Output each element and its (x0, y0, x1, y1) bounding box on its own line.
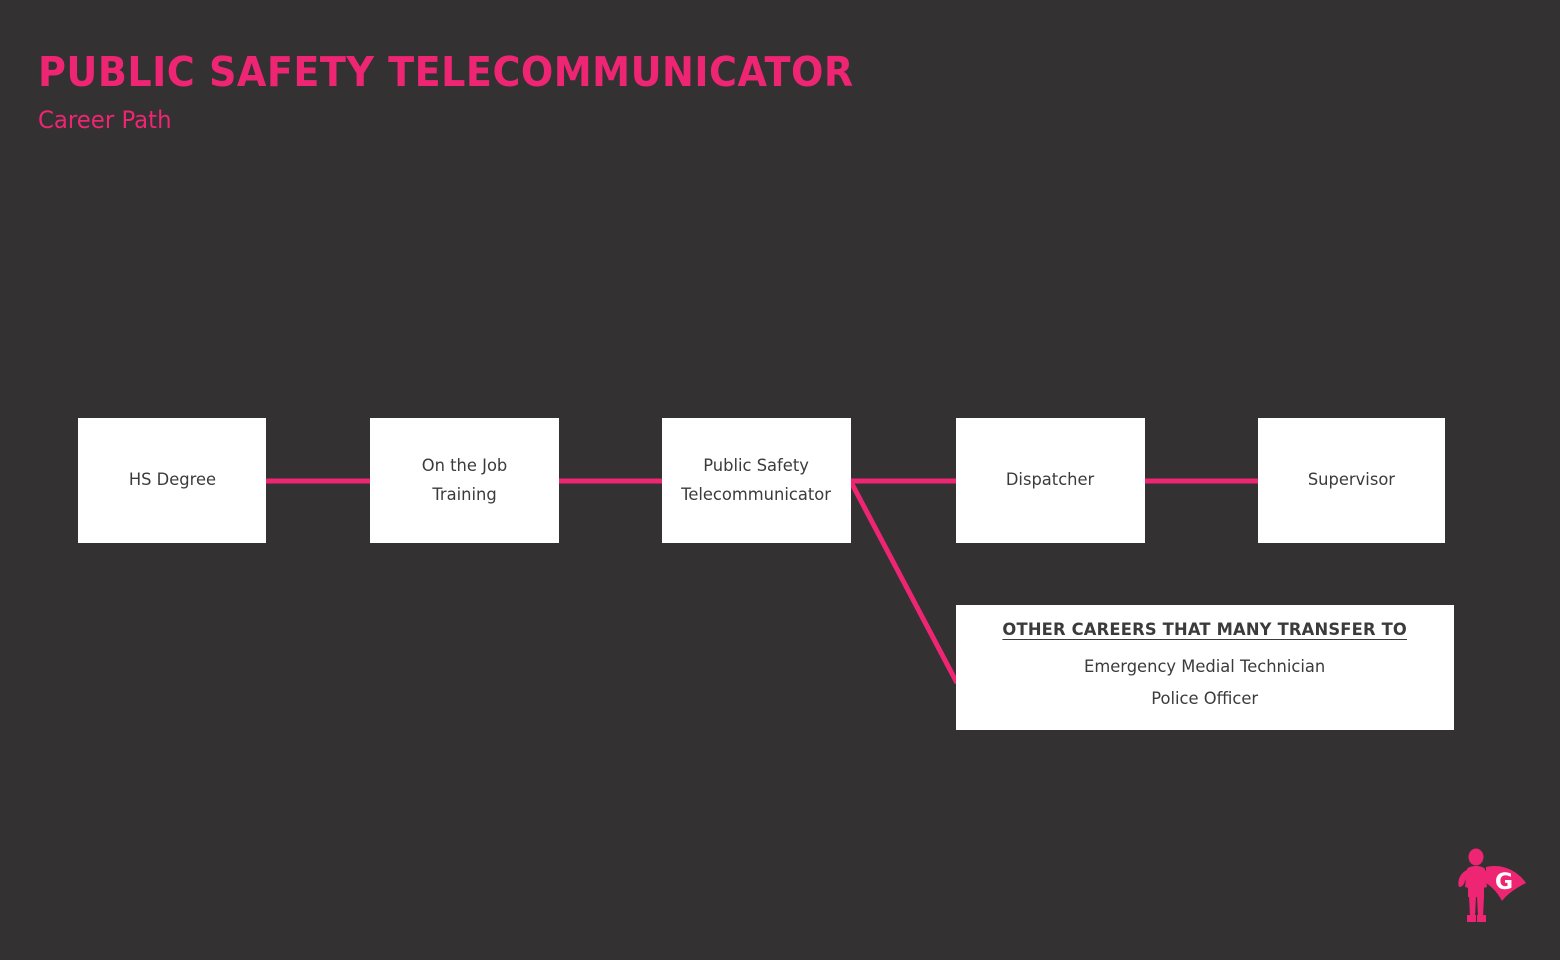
flow-box-label: Dispatcher (1006, 470, 1095, 491)
flow-box-dispatcher[interactable]: Dispatcher (956, 418, 1145, 543)
career-path-flow-diagram: HS Degree On the Job Training Public Saf… (0, 0, 1560, 960)
flow-box-hs-degree[interactable]: HS Degree (78, 418, 266, 543)
flow-box-supervisor[interactable]: Supervisor (1258, 418, 1445, 543)
flow-box-public-safety-telecommunicator[interactable]: Public Safety Telecommunicator (662, 418, 851, 543)
logo-letter: G (1495, 870, 1513, 895)
other-careers-panel[interactable]: OTHER CAREERS THAT MANY TRANSFER TO Emer… (956, 605, 1454, 730)
superhero-g-logo-icon: G (1458, 848, 1526, 922)
flow-box-label-line1: Public Safety (703, 456, 810, 477)
flow-box-label: On the Job Training (422, 452, 508, 508)
flow-box-label: HS Degree (128, 470, 216, 491)
slide-canvas: PUBLIC SAFETY TELECOMMUNICATOR Career Pa… (0, 0, 1560, 960)
flow-box-label-line2: Training (432, 484, 497, 505)
connector-pst-to-other-careers (848, 480, 960, 685)
flow-box-label-line1: On the Job (421, 456, 508, 477)
flow-box-label: Supervisor (1307, 470, 1396, 491)
flow-box-label-line2: Telecommunicator (681, 484, 832, 505)
other-career-item: Emergency Medial Technician (1084, 656, 1326, 677)
flow-box-on-the-job-training[interactable]: On the Job Training (370, 418, 559, 543)
other-career-item: Police Officer (1151, 689, 1259, 709)
flow-box-label: Public Safety Telecommunicator (682, 452, 832, 508)
other-careers-heading: OTHER CAREERS THAT MANY TRANSFER TO (1002, 619, 1408, 640)
brand-logo: G (1446, 843, 1532, 929)
